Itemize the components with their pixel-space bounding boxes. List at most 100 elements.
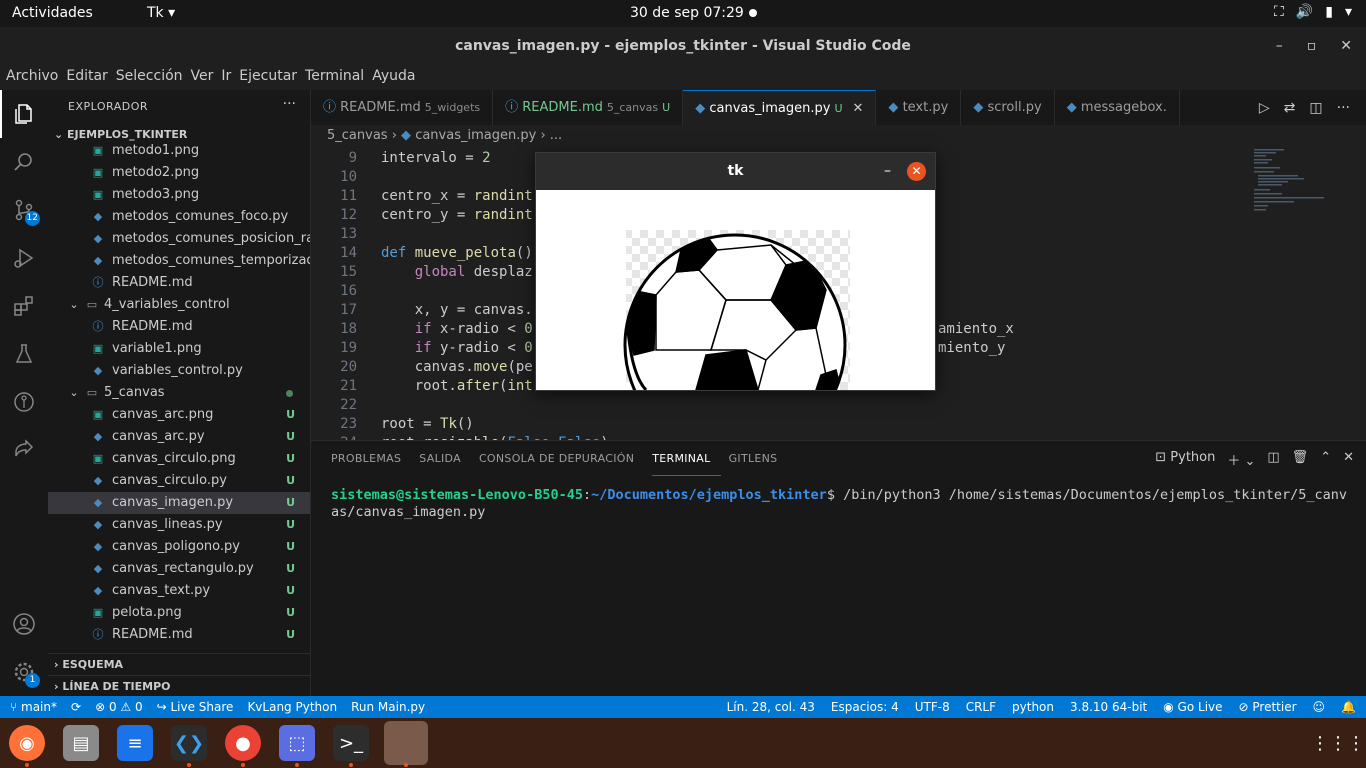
editor-tab[interactable]: ◆ text.py [876,90,962,125]
tree-item[interactable]: ◆ canvas_circulo.py U [48,470,310,492]
editor-tab[interactable]: ◆ messagebox. [1055,90,1180,125]
minimize-button[interactable]: – [1276,27,1283,65]
maximize-panel-icon[interactable]: ⌃ [1320,450,1331,469]
tk-minimize-button[interactable]: – [884,153,891,190]
testing-icon[interactable] [0,330,48,378]
encoding[interactable]: UTF-8 [915,696,950,718]
chrome-icon[interactable]: ● [225,725,261,761]
panel-tab[interactable]: PROBLEMAS [331,441,411,476]
tree-item[interactable]: ⓘ README.md [48,316,310,338]
run-debug-icon[interactable] [0,234,48,282]
close-icon[interactable]: ✕ [853,101,864,116]
tree-item[interactable]: ◆ variables_control.py [48,360,310,382]
branch-status[interactable]: ⑂ main* [10,696,57,718]
tree-item[interactable]: ▣ variable1.png [48,338,310,360]
close-panel-icon[interactable]: ✕ [1343,450,1354,469]
tk-canvas[interactable] [536,190,935,390]
more-actions-icon[interactable]: ··· [283,96,296,112]
split-terminal-icon[interactable]: ◫ [1267,450,1279,469]
new-terminal-icon[interactable]: ＋ ⌄ [1227,450,1255,469]
kvlang-status[interactable]: KvLang Python [247,696,337,718]
tk-title-bar[interactable]: tk [536,153,935,190]
menu-ir[interactable]: Ir [221,65,239,90]
tree-item[interactable]: ▣ canvas_circulo.png U [48,448,310,470]
writer-icon[interactable]: ≡ [117,725,153,761]
go-live-status[interactable]: ◉ Go Live [1163,696,1222,718]
menu-terminal[interactable]: Terminal [305,65,372,90]
terminal-app-icon[interactable]: >_ [333,725,369,761]
feedback-icon[interactable]: ☺ [1313,696,1326,718]
maximize-button[interactable]: ▫ [1307,27,1317,65]
screenshot-icon[interactable]: ⬚ [279,725,315,761]
search-icon[interactable] [0,138,48,186]
tree-item[interactable]: ◆ canvas_imagen.py U [48,492,310,514]
volume-icon[interactable]: 🔊 [1296,4,1313,20]
editor-tab[interactable]: ◆ canvas_imagen.py U ✕ [683,90,877,125]
source-control-icon[interactable]: 12 [0,186,48,234]
menu-ver[interactable]: Ver [191,65,222,90]
code-line[interactable]: x, y = canvas. [381,301,533,320]
live-share-icon[interactable] [0,426,48,474]
gear-icon[interactable]: 1 [0,648,48,696]
vscode-icon[interactable]: ❮❯ [171,725,207,761]
more-actions-icon[interactable]: ··· [1337,100,1350,116]
menu-archivo[interactable]: Archivo [6,65,66,90]
code-line[interactable]: intervalo = 2 [381,149,491,168]
tk-window[interactable]: tk – ✕ [535,152,936,391]
menu-ejecutar[interactable]: Ejecutar [239,65,305,90]
terminal-shell-selector[interactable]: ⊡ Python [1155,450,1215,469]
files-icon[interactable]: ▤ [63,725,99,761]
tree-item[interactable]: ⓘ README.md U [48,624,310,646]
end-of-line[interactable]: CRLF [966,696,996,718]
editor-tab[interactable]: ◆ scroll.py [961,90,1055,125]
extensions-icon[interactable] [0,282,48,330]
tree-item[interactable]: ▣ metodo3.png [48,184,310,206]
tree-item[interactable]: ◆ metodos_comunes_temporizad... [48,250,310,272]
gitlens-icon[interactable] [0,378,48,426]
tree-item[interactable]: ◆ metodos_comunes_foco.py [48,206,310,228]
tree-item[interactable]: ▣ metodo1.png [48,140,310,162]
panel-tab[interactable]: CONSOLA DE DEPURACIÓN [479,441,644,476]
code-line[interactable]: global desplaz [381,263,533,282]
panel-tab[interactable]: TERMINAL [652,441,721,476]
chevron-down-icon[interactable]: ▾ [1345,4,1352,20]
menu-editar[interactable]: Editar [66,65,115,90]
terminal-output[interactable]: sistemas@sistemas-Lenovo-B50-45:~/Docume… [331,487,1351,521]
minimap[interactable] [1252,147,1352,227]
tree-item[interactable]: ◆ canvas_rectangulo.py U [48,558,310,580]
interpreter-version[interactable]: 3.8.10 64-bit [1070,696,1147,718]
prettier-status[interactable]: ⊘ Prettier [1239,696,1297,718]
editor-tab[interactable]: ⓘ README.md 5_canvas U [493,90,684,125]
timeline-section[interactable]: › LÍNEA DE TIEMPO [48,675,310,696]
panel-tab[interactable]: GITLENS [729,441,788,476]
indentation[interactable]: Espacios: 4 [831,696,899,718]
tk-close-button[interactable]: ✕ [907,162,926,181]
activities-button[interactable]: Actividades [12,5,93,21]
tree-item[interactable]: ◆ canvas_poligono.py U [48,536,310,558]
tree-item[interactable]: ⓘ README.md [48,272,310,294]
code-line[interactable]: centro_x = randint [381,187,533,206]
split-editor-icon[interactable]: ◫ [1309,100,1322,116]
code-line[interactable]: def mueve_pelota() [381,244,533,263]
run-main-status[interactable]: Run Main.py [351,696,425,718]
tree-item[interactable]: ◆ canvas_text.py U [48,580,310,602]
close-window-button[interactable]: ✕ [1340,27,1352,65]
breadcrumb-symbol[interactable]: ... [550,128,562,143]
language-mode[interactable]: python [1012,696,1054,718]
sync-icon[interactable]: ⟳ [71,696,81,718]
firefox-icon[interactable]: ◉ [9,725,45,761]
tk-app-icon[interactable] [384,721,428,765]
panel-tab[interactable]: SALIDA [419,441,471,476]
run-icon[interactable]: ▷ [1259,100,1270,116]
trash-icon[interactable]: 🗑 [1292,450,1309,469]
show-apps-icon[interactable]: ⋮⋮⋮ [1311,725,1365,761]
tree-item[interactable]: ⌄ ▭ 5_canvas [48,382,310,404]
battery-icon[interactable]: ▮ [1325,4,1333,20]
app-menu[interactable]: Tk ▾ [147,5,175,21]
code-line[interactable]: root.after(int [381,377,533,396]
tree-item[interactable]: ▣ metodo2.png [48,162,310,184]
code-line[interactable]: centro_y = randint [381,206,533,225]
cursor-position[interactable]: Lín. 28, col. 43 [727,696,815,718]
live-share-status[interactable]: ↪ Live Share [157,696,234,718]
tree-item[interactable]: ◆ canvas_lineas.py U [48,514,310,536]
